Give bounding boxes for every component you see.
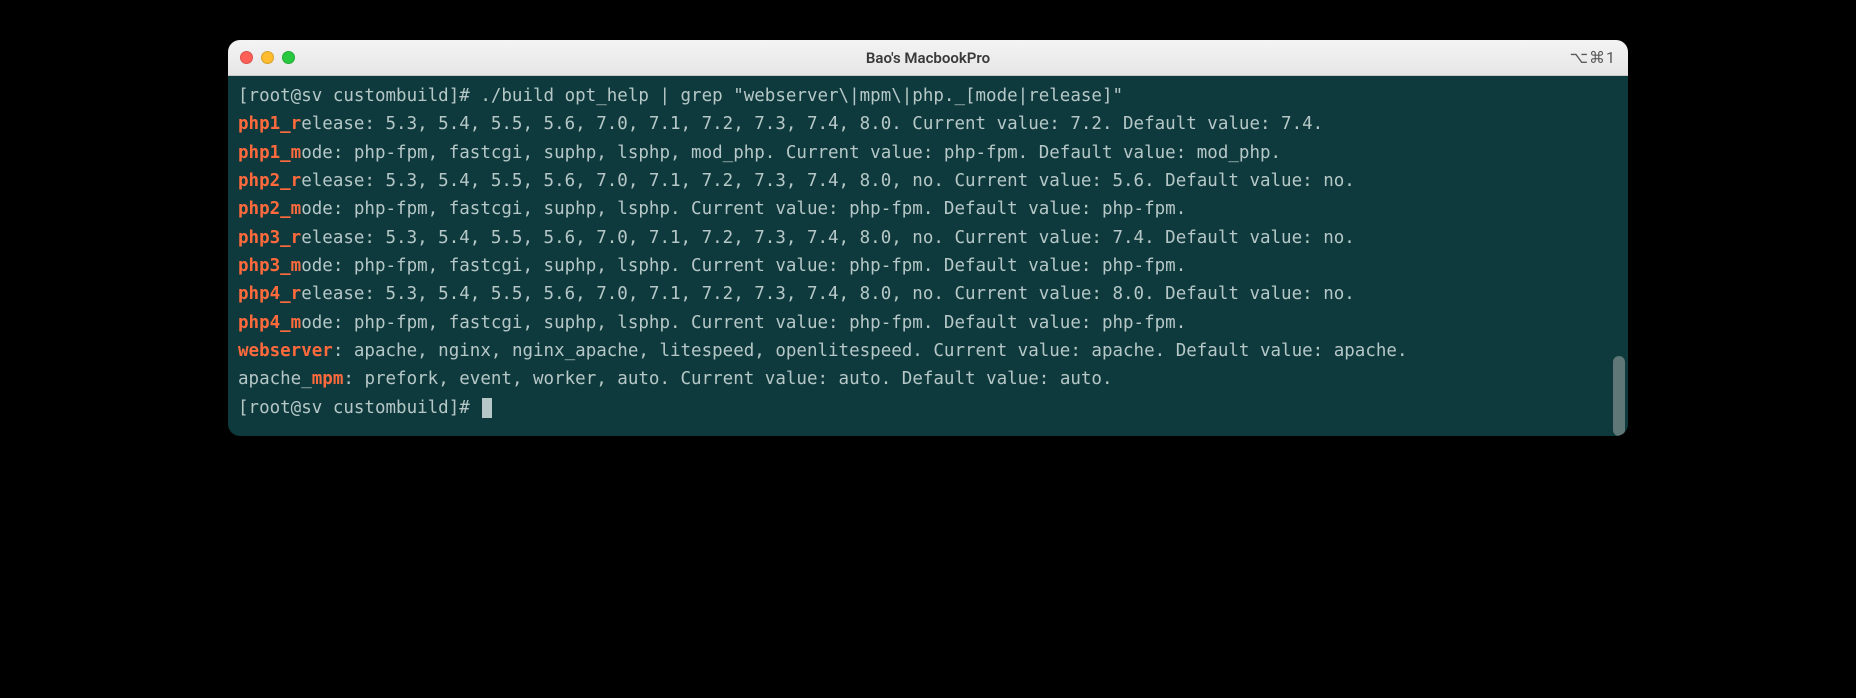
- window-shortcut: ⌥⌘1: [1570, 48, 1616, 67]
- minimize-icon[interactable]: [261, 51, 274, 64]
- prompt-line: [root@sv custombuild]#: [238, 394, 1618, 422]
- output-line: php4_release: 5.3, 5.4, 5.5, 5.6, 7.0, 7…: [238, 280, 1618, 308]
- grep-match: php2_r: [238, 171, 301, 191]
- command-line: [root@sv custombuild]# ./build opt_help …: [238, 82, 1618, 110]
- output-line: php1_mode: php-fpm, fastcgi, suphp, lsph…: [238, 139, 1618, 167]
- grep-match: php1_r: [238, 114, 301, 134]
- terminal-body[interactable]: [root@sv custombuild]# ./build opt_help …: [228, 76, 1628, 436]
- prompt: [root@sv custombuild]#: [238, 398, 480, 418]
- output-line: apache_mpm: prefork, event, worker, auto…: [238, 365, 1618, 393]
- grep-match: php4_r: [238, 284, 301, 304]
- terminal-window: Bao's MacbookPro ⌥⌘1 [root@sv custombuil…: [228, 40, 1628, 436]
- traffic-lights: [240, 51, 295, 64]
- grep-match: php4_m: [238, 313, 301, 333]
- grep-match: php3_r: [238, 228, 301, 248]
- prompt: [root@sv custombuild]#: [238, 86, 480, 106]
- output-line: php3_mode: php-fpm, fastcgi, suphp, lsph…: [238, 252, 1618, 280]
- cursor-icon: [482, 398, 492, 418]
- zoom-icon[interactable]: [282, 51, 295, 64]
- output-line: php1_release: 5.3, 5.4, 5.5, 5.6, 7.0, 7…: [238, 110, 1618, 138]
- scrollbar[interactable]: [1613, 356, 1625, 436]
- grep-match: php3_m: [238, 256, 301, 276]
- grep-match: php1_m: [238, 143, 301, 163]
- grep-match: webserver: [238, 341, 333, 361]
- output-line: webserver: apache, nginx, nginx_apache, …: [238, 337, 1618, 365]
- grep-match: php2_m: [238, 199, 301, 219]
- window-title: Bao's MacbookPro: [228, 49, 1628, 67]
- output-line: php2_release: 5.3, 5.4, 5.5, 5.6, 7.0, 7…: [238, 167, 1618, 195]
- close-icon[interactable]: [240, 51, 253, 64]
- output-line: php4_mode: php-fpm, fastcgi, suphp, lsph…: [238, 309, 1618, 337]
- output-line: php3_release: 5.3, 5.4, 5.5, 5.6, 7.0, 7…: [238, 224, 1618, 252]
- output-line: php2_mode: php-fpm, fastcgi, suphp, lsph…: [238, 195, 1618, 223]
- titlebar: Bao's MacbookPro ⌥⌘1: [228, 40, 1628, 76]
- command-text: ./build opt_help | grep "webserver\|mpm\…: [480, 86, 1123, 106]
- grep-match: mpm: [312, 369, 344, 389]
